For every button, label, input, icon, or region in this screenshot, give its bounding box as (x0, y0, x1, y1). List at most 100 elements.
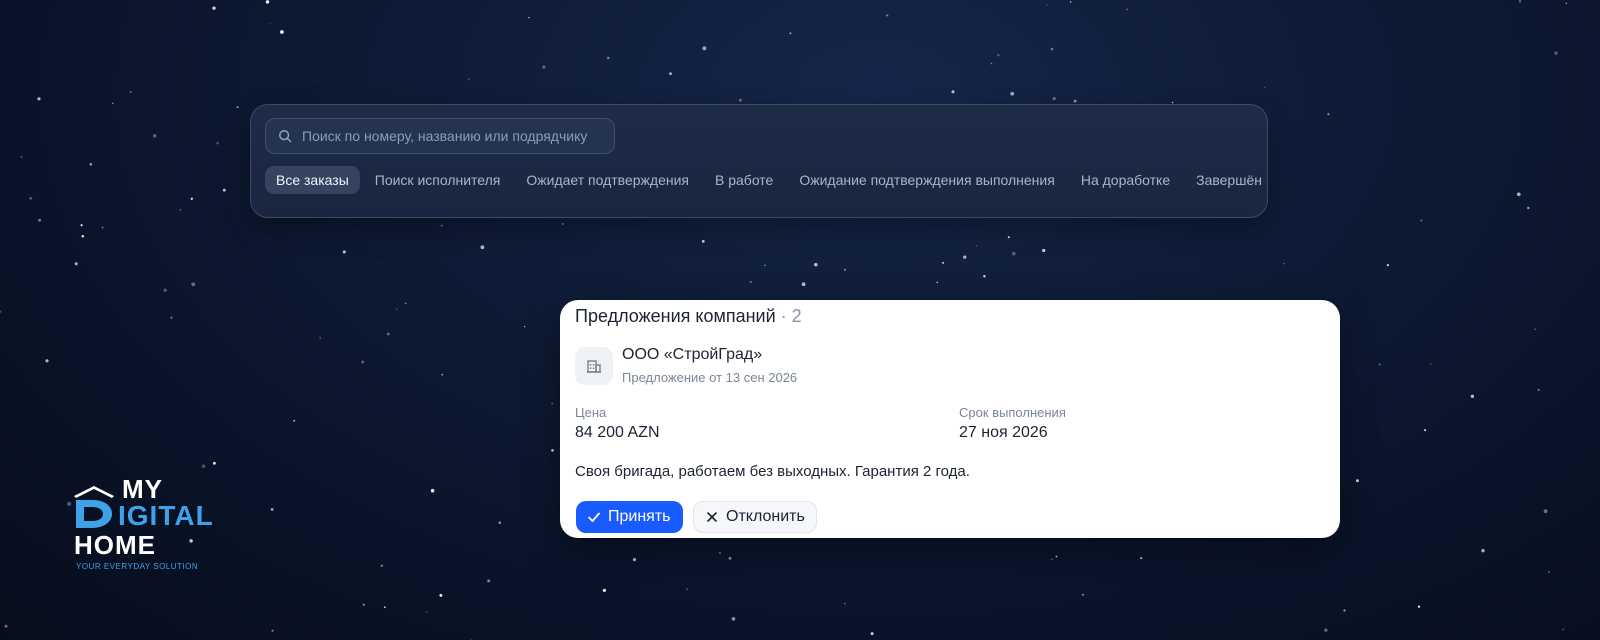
star (701, 240, 705, 243)
star (386, 332, 390, 336)
star (1565, 2, 1568, 5)
star (74, 262, 78, 266)
star (1069, 1, 1072, 3)
star (222, 188, 226, 192)
star (1010, 91, 1015, 96)
tab-rework[interactable]: На доработке (1070, 166, 1181, 194)
star (265, 0, 270, 4)
star (191, 282, 196, 287)
tab-awaiting-completion-confirmation[interactable]: Ожидание подтверждения выполнения (788, 166, 1065, 194)
star (1327, 113, 1330, 116)
star (844, 602, 846, 605)
star (1283, 262, 1285, 265)
star (37, 97, 41, 101)
star (163, 288, 167, 292)
star (561, 223, 564, 225)
star (1126, 8, 1128, 11)
star (319, 336, 322, 339)
tab-in-progress[interactable]: В работе (704, 166, 784, 194)
star (1046, 4, 1048, 6)
star (216, 142, 219, 145)
star (1420, 219, 1423, 222)
star (1543, 509, 1548, 514)
tab-all-orders[interactable]: Все заказы (265, 166, 360, 194)
offer-comment: Своя бригада, работаем без выходных. Гар… (575, 463, 970, 480)
company-name: ООО «СтройГрад» (622, 346, 763, 363)
star (101, 226, 104, 229)
star (702, 46, 707, 51)
star (1082, 593, 1084, 596)
star (749, 280, 752, 284)
star (29, 196, 33, 200)
star (870, 632, 874, 636)
star (190, 197, 193, 200)
logo-tagline: YOUR EVERYDAY SOLUTION (76, 562, 199, 571)
star (801, 282, 806, 287)
star (1527, 206, 1530, 210)
star (1424, 429, 1427, 432)
star (1264, 86, 1266, 89)
star (129, 91, 132, 93)
star (739, 98, 742, 102)
star (89, 163, 93, 166)
star (990, 62, 993, 65)
star (1012, 251, 1016, 256)
tab-awaiting-confirmation[interactable]: Ожидает подтверждения (515, 166, 700, 194)
star (4, 624, 8, 628)
star (38, 218, 42, 222)
star (1417, 605, 1421, 608)
star (380, 564, 384, 568)
star (430, 488, 435, 493)
star (686, 588, 689, 591)
house-d-logo-mark (74, 486, 114, 528)
star (936, 281, 938, 284)
star (45, 359, 49, 363)
star (963, 255, 967, 259)
orders-filter-panel: Все заказы Поиск исполнителя Ожидает под… (250, 104, 1268, 218)
star (404, 302, 407, 305)
star (0, 310, 2, 314)
star (942, 261, 945, 264)
star (951, 90, 955, 94)
star (718, 551, 722, 555)
star (551, 402, 553, 405)
star (1378, 363, 1381, 366)
star (383, 606, 386, 609)
logo-text-igital: IGITAL (118, 500, 214, 531)
star (269, 23, 271, 25)
star (212, 461, 216, 465)
status-tabs: Все заказы Поиск исполнителя Ожидает под… (265, 166, 1273, 194)
search-box[interactable] (265, 118, 615, 154)
tab-completed[interactable]: Завершён (1185, 166, 1273, 194)
star (814, 262, 818, 267)
reject-button[interactable]: Отклонить (693, 501, 817, 533)
star (487, 579, 491, 583)
search-input[interactable] (300, 120, 614, 152)
offers-title: Предложения компаний (575, 306, 776, 326)
star (362, 603, 365, 606)
star (528, 16, 530, 19)
star (67, 501, 72, 506)
star (112, 102, 114, 105)
star (279, 30, 284, 34)
star (1518, 0, 1522, 3)
reject-label: Отклонить (726, 508, 805, 525)
accept-button[interactable]: Принять (576, 501, 683, 533)
star (81, 234, 85, 238)
star (480, 245, 485, 250)
star (1537, 388, 1540, 391)
star (983, 274, 986, 278)
star (270, 508, 274, 511)
star (80, 224, 83, 227)
star (1073, 99, 1077, 103)
star (1051, 558, 1053, 561)
offer-date: Предложение от 13 сен 2026 (622, 370, 798, 385)
star (271, 629, 274, 633)
tab-searching-contractor[interactable]: Поиск исполнителя (364, 166, 512, 194)
close-icon (707, 512, 717, 522)
star (1562, 628, 1565, 631)
star (1554, 51, 1558, 55)
star (1343, 609, 1346, 612)
my-digital-home-logo: MY IGITAL HOME YOUR EVERYDAY SOLUTION (72, 474, 232, 571)
star (1429, 363, 1432, 365)
